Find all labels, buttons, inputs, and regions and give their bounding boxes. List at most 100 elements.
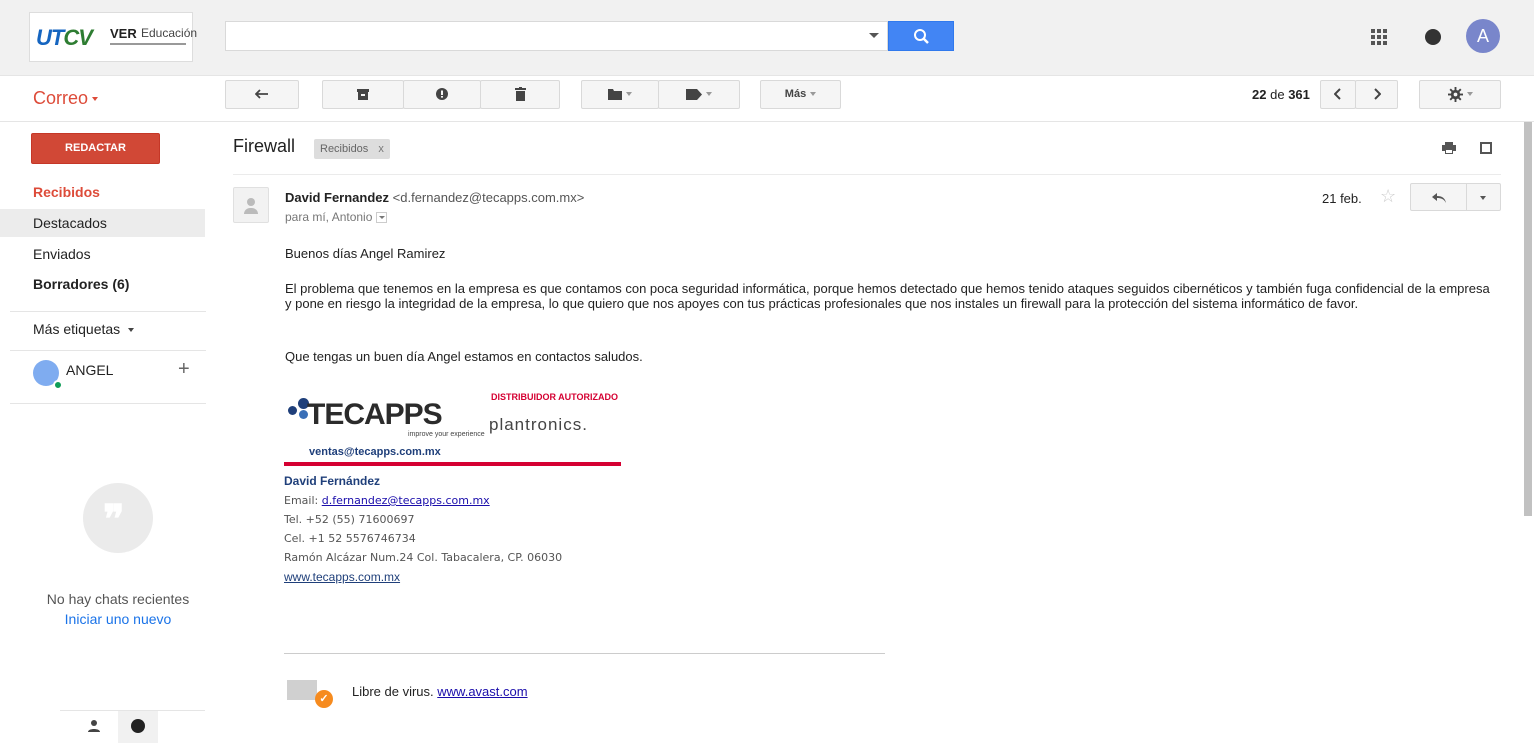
signature-tel: Tel. +52 (55) 71600697: [284, 513, 415, 526]
email-subject: Firewall: [233, 136, 296, 156]
more-label: Más: [784, 88, 807, 100]
distributor-label: DISTRIBUIDOR AUTORIZADO: [491, 392, 618, 402]
delete-button[interactable]: [480, 80, 560, 109]
check-icon: ✓: [315, 690, 333, 708]
apps-grid-icon[interactable]: [1371, 29, 1389, 45]
sender-name[interactable]: David Fernandez: [285, 190, 389, 205]
remove-label-icon[interactable]: x: [378, 143, 384, 155]
sidebar-bottom-tabs: [60, 710, 205, 743]
newer-button[interactable]: [1320, 80, 1356, 109]
chevron-left-icon: [1333, 88, 1341, 100]
open-new-window-icon[interactable]: [1480, 142, 1492, 154]
report-spam-button[interactable]: [403, 80, 481, 109]
folder-icon: [608, 88, 622, 100]
pagination-count: 22 de 361: [1252, 87, 1310, 102]
chevron-right-icon: [1373, 88, 1381, 100]
app-title: Correo: [33, 88, 89, 108]
compose-button[interactable]: REDACTAR: [31, 133, 160, 164]
more-button[interactable]: Más: [760, 80, 841, 109]
labels-button[interactable]: [658, 80, 740, 109]
signature-website-link[interactable]: www.tecapps.com.mx: [284, 570, 400, 584]
star-icon[interactable]: ☆: [1380, 186, 1396, 207]
add-chat-icon[interactable]: +: [178, 358, 190, 381]
label-tag-icon: [686, 88, 702, 100]
account-avatar[interactable]: A: [1466, 19, 1500, 53]
app-switcher[interactable]: Correo: [33, 88, 99, 109]
more-labels-toggle[interactable]: Más etiquetas: [33, 321, 135, 337]
header-divider: [233, 174, 1501, 175]
sidebar-divider: [10, 311, 206, 312]
brand-name: TECAPPS: [307, 398, 443, 431]
label-chip-text: Recibidos: [320, 143, 369, 155]
sidebar-item-sent[interactable]: Enviados: [0, 240, 205, 268]
move-to-button[interactable]: [581, 80, 659, 109]
signature-email-label: Email:: [284, 494, 322, 507]
signature-cel: Cel. +1 52 5576746734: [284, 532, 416, 545]
scrollbar[interactable]: [1524, 122, 1532, 516]
show-details-icon[interactable]: [376, 212, 388, 224]
sidebar-item-inbox[interactable]: Recibidos: [0, 178, 205, 206]
notifications-icon[interactable]: [1425, 29, 1441, 45]
logo[interactable]: UTCV VER Educación: [29, 12, 197, 62]
search-box: [225, 21, 888, 51]
sender-avatar: [233, 187, 269, 223]
sales-email: ventas@tecapps.com.mx: [309, 446, 441, 458]
online-status-icon: [53, 380, 63, 390]
reply-button[interactable]: [1410, 183, 1467, 211]
avast-link[interactable]: www.avast.com: [437, 684, 527, 699]
sender-line: David Fernandez <d.fernandez@tecapps.com…: [285, 190, 584, 205]
logo-utcv: UTCV: [36, 25, 93, 50]
chat-bubble-icon: ❞: [83, 483, 153, 553]
search-button[interactable]: [888, 21, 954, 51]
brand-tagline: improve your experience: [408, 431, 485, 438]
recipients-line: para mí, Antonio: [285, 210, 388, 224]
user-name: ANGEL: [66, 362, 114, 378]
chevron-down-icon: [128, 328, 135, 333]
virus-free-text: Libre de virus.: [352, 684, 438, 699]
reply-more-dropdown[interactable]: [1466, 183, 1501, 211]
partner-name: plantronics.: [489, 415, 588, 434]
print-icon[interactable]: [1442, 142, 1456, 154]
signature-website-line: www.tecapps.com.mx: [284, 570, 400, 584]
trash-icon: [514, 87, 526, 102]
envelope-icon: [287, 680, 317, 700]
sidebar-item-drafts[interactable]: Borradores (6): [0, 270, 205, 298]
chevron-down-icon: [810, 92, 817, 97]
hangouts-tab[interactable]: [118, 711, 158, 743]
signature-email-line: Email: d.fernandez@tecapps.com.mx: [284, 494, 490, 507]
hangouts-user[interactable]: ANGEL +: [33, 358, 203, 392]
sidebar-item-starred[interactable]: Destacados: [0, 209, 205, 237]
page-total: 361: [1288, 87, 1310, 102]
logo-ver: VER: [110, 26, 137, 41]
search-options-dropdown-icon[interactable]: [869, 33, 879, 38]
email-paragraph: El problema que tenemos en la empresa es…: [285, 281, 1490, 311]
page-current: 22: [1252, 87, 1267, 102]
older-button[interactable]: [1355, 80, 1398, 109]
email-greeting: Buenos días Angel Ramirez: [285, 246, 446, 261]
signature-logo-banner: TECAPPS improve your experience DISTRIBU…: [284, 388, 624, 466]
logo-educacion: Educación: [141, 26, 198, 40]
search-input[interactable]: [226, 22, 846, 50]
sidebar-divider: [10, 350, 206, 351]
virus-free-line: Libre de virus. www.avast.com: [352, 684, 528, 699]
sender-email: <d.fernandez@tecapps.com.mx>: [392, 190, 585, 205]
start-new-chat-link[interactable]: Iniciar uno nuevo: [0, 611, 236, 627]
chevron-down-icon: [706, 92, 712, 97]
chevron-down-icon: [1466, 92, 1473, 97]
no-recent-chats-text: No hay chats recientes: [46, 591, 190, 607]
more-labels-label: Más etiquetas: [33, 321, 121, 337]
signature-email-link[interactable]: d.fernandez@tecapps.com.mx: [322, 494, 490, 507]
avast-icon: ✓: [287, 678, 333, 708]
label-chip-inbox: Recibidos x: [314, 139, 390, 159]
settings-button[interactable]: [1419, 80, 1501, 109]
back-button[interactable]: [225, 80, 299, 109]
contacts-icon[interactable]: [87, 719, 101, 733]
search-icon: [914, 29, 929, 44]
email-closing: Que tengas un buen día Angel estamos en …: [285, 349, 643, 364]
sidebar-divider: [10, 403, 206, 404]
back-arrow-icon: [254, 89, 268, 99]
email-date: 21 feb.: [1322, 191, 1362, 206]
archive-button[interactable]: [322, 80, 404, 109]
spam-icon: [436, 88, 448, 101]
signature-address: Ramón Alcázar Num.24 Col. Tabacalera, CP…: [284, 551, 563, 564]
